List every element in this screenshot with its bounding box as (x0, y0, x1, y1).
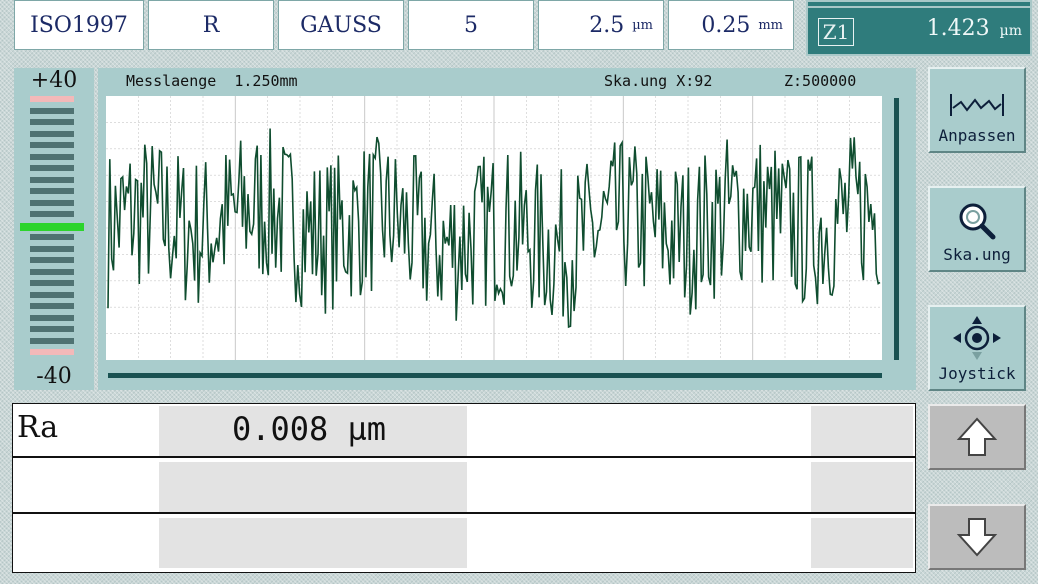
z-value-unit: µm (999, 23, 1022, 39)
scale-segment (30, 130, 74, 137)
result-extra-cell (811, 518, 913, 568)
scale-segment (30, 199, 74, 206)
scale-segment (30, 96, 74, 102)
result-extra-cell (811, 406, 913, 456)
scale-segment (30, 119, 74, 125)
result-row[interactable] (13, 460, 915, 514)
header-filter-text: GAUSS (300, 12, 382, 38)
header-standard-text: ISO1997 (30, 12, 128, 38)
scale-segment (30, 337, 74, 344)
result-extra-cell (811, 462, 913, 512)
horizontal-scroll-bar[interactable] (108, 373, 882, 378)
header-lambda-s-value: 2.5 (589, 12, 625, 38)
scale-segment (30, 291, 74, 298)
results-table: Ra 0.008 µm (12, 403, 916, 573)
result-value-cell (159, 462, 467, 512)
joystick-button-label: Joystick (938, 364, 1016, 383)
result-parameter: Ra (17, 410, 59, 445)
scaling-button[interactable]: Ska.ung (928, 186, 1026, 272)
fit-profile-icon (950, 94, 1004, 116)
z-label: Z1 (818, 18, 854, 46)
header-profile-text: R (202, 12, 220, 38)
header-lambda-s-unit: µm (632, 17, 653, 33)
scale-segment (30, 314, 74, 321)
z-value-number: 1.423 (926, 16, 990, 41)
joystick-icon (953, 316, 1001, 360)
roughness-profile-plot (106, 96, 899, 378)
header-lambda-c-unit: mm (758, 17, 783, 33)
scale-segment (30, 142, 74, 148)
scale-segment (30, 234, 74, 240)
joystick-button[interactable]: Joystick (928, 305, 1026, 391)
result-row[interactable] (13, 516, 915, 570)
header-lambda-s[interactable]: 2.5 µm (538, 0, 664, 50)
magnifier-icon (959, 203, 996, 240)
header-cutoff-count-text: 5 (464, 12, 478, 38)
z-value: 1.423 µm (927, 16, 1022, 41)
scale-segment (30, 211, 74, 217)
scale-segment (20, 222, 84, 231)
scale-segment (30, 165, 74, 171)
amplitude-scale-panel: +40 -40 (14, 68, 94, 390)
arrow-up-icon (956, 417, 998, 456)
vertical-scroll-bar[interactable] (894, 98, 899, 360)
scale-segment (30, 107, 74, 114)
header-filter[interactable]: GAUSS (278, 0, 404, 50)
header-profile[interactable]: R (148, 0, 274, 50)
scroll-down-button[interactable] (928, 504, 1026, 570)
scroll-up-button[interactable] (928, 404, 1026, 470)
result-value: 0.008 µm (231, 410, 387, 448)
scale-segment (30, 245, 74, 252)
result-value-cell (159, 518, 467, 568)
fit-button[interactable]: Anpassen (928, 67, 1026, 153)
scale-segment (30, 176, 74, 183)
scale-segment (30, 326, 74, 332)
scale-segment (30, 188, 74, 194)
z-box-divider (808, 6, 1030, 8)
header-lambda-c-value: 0.25 (701, 12, 751, 38)
header-standard[interactable]: ISO1997 (14, 0, 144, 50)
scale-segment (30, 153, 74, 160)
z-value-display: Z1 1.423 µm (806, 0, 1032, 56)
profile-chart-panel: Messlaenge 1.250mm Ska.ung X:92 Z:500000 (98, 68, 916, 390)
result-row[interactable]: Ra 0.008 µm (13, 404, 915, 458)
header-cutoff-count[interactable]: 5 (408, 0, 534, 50)
scale-segment (30, 349, 74, 355)
scale-bottom-label: -40 (36, 364, 72, 389)
header-lambda-c[interactable]: 0.25 mm (668, 0, 794, 50)
arrow-down-icon (956, 518, 998, 557)
scale-segment (30, 280, 74, 286)
fit-button-label: Anpassen (938, 126, 1016, 145)
scale-segment (30, 268, 74, 275)
scale-segment (30, 303, 74, 309)
scaling-button-label: Ska.ung (943, 245, 1011, 264)
scale-segment (30, 257, 74, 263)
scale-top-label: +40 (30, 68, 78, 93)
